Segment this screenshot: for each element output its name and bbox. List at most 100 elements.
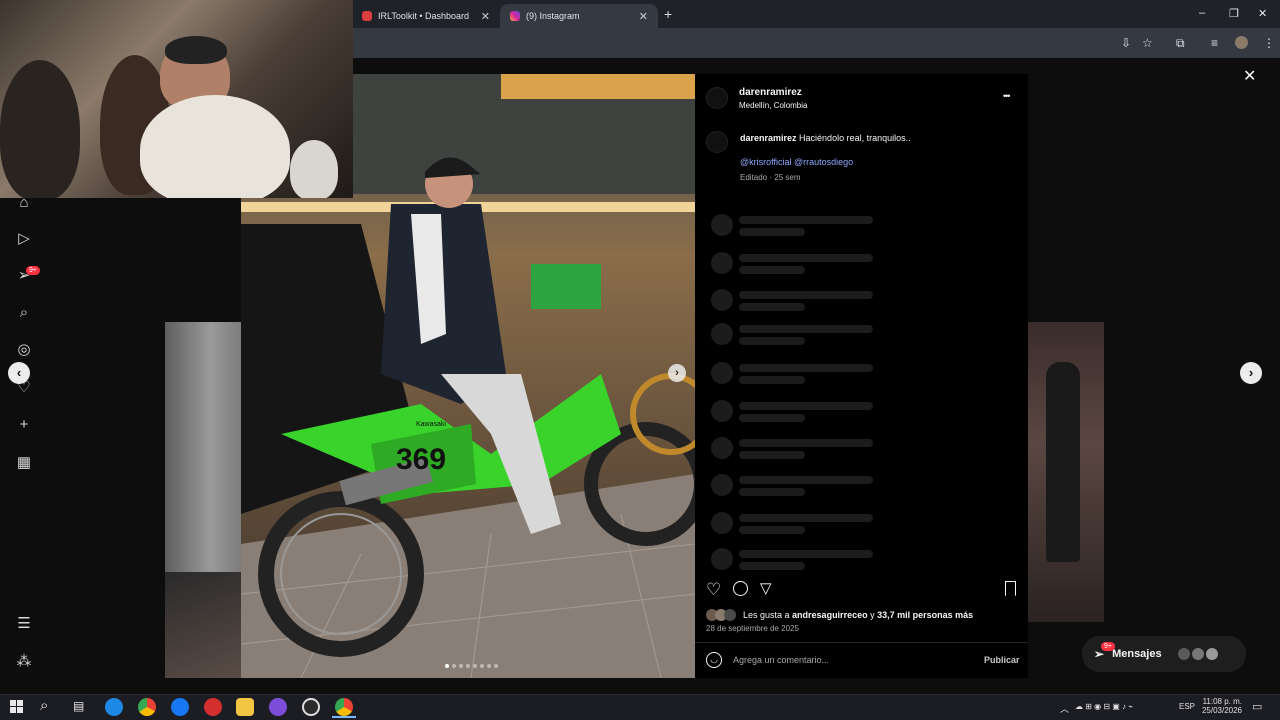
- discord-icon[interactable]: [269, 698, 287, 716]
- carousel-dot: [473, 664, 477, 668]
- likes-user[interactable]: andresaguirreceo: [792, 610, 868, 620]
- carousel-dot: [452, 664, 456, 668]
- reels-icon[interactable]: ▷: [14, 229, 34, 249]
- new-tab-button[interactable]: +: [664, 6, 672, 22]
- comment-input[interactable]: Agrega un comentario...: [733, 655, 829, 665]
- skeleton-avatar: [711, 289, 733, 311]
- share-icon[interactable]: ▽: [760, 579, 772, 597]
- extensions-icon[interactable]: ⧉: [1176, 36, 1185, 51]
- tray-icons[interactable]: ☁ ⊞ ◉ ⊟ ▣ ♪ ⌁: [1075, 702, 1133, 711]
- skeleton-line: [739, 514, 873, 522]
- person-silhouette: [290, 140, 338, 198]
- skeleton-line: [739, 451, 805, 459]
- chrome-icon[interactable]: [138, 698, 156, 716]
- edge-icon[interactable]: [105, 698, 123, 716]
- close-modal-button[interactable]: ✕: [1243, 66, 1256, 86]
- like-heart-icon[interactable]: ♡: [706, 580, 721, 600]
- caption-text: Haciéndolo real, tranquilos..: [799, 133, 911, 143]
- author-avatar[interactable]: [706, 87, 728, 109]
- skeleton-avatar: [711, 214, 733, 236]
- tray-chevron-icon[interactable]: ︿: [1060, 702, 1069, 715]
- skeleton-line: [739, 325, 873, 333]
- post-details-panel: darenramirez Medellín, Colombia ••• dare…: [695, 74, 1028, 678]
- author-username[interactable]: darenramirez: [739, 87, 802, 98]
- carousel-dot: [494, 664, 498, 668]
- start-windows-icon[interactable]: [10, 700, 23, 713]
- skeleton-line: [739, 228, 805, 236]
- previous-post-button[interactable]: ‹: [8, 362, 30, 384]
- restore-button[interactable]: ❐: [1229, 7, 1239, 20]
- comment-icon[interactable]: [733, 581, 748, 596]
- close-tab-icon[interactable]: ✕: [639, 10, 648, 23]
- more-menu-icon[interactable]: ☰: [14, 614, 34, 634]
- instagram-icon: [510, 11, 520, 21]
- carousel-dot: [459, 664, 463, 668]
- create-icon[interactable]: +: [14, 415, 34, 435]
- reading-list-icon[interactable]: ≡: [1211, 36, 1218, 50]
- window-close-button[interactable]: ✕: [1258, 7, 1267, 20]
- emoji-icon[interactable]: ◡: [706, 652, 722, 668]
- likes-count[interactable]: 33,7 mil personas más: [877, 610, 973, 620]
- skeleton-line: [739, 303, 805, 311]
- skeleton-avatar: [711, 474, 733, 496]
- next-post-button[interactable]: ›: [1240, 362, 1262, 384]
- clock[interactable]: 11:08 p. m. 25/03/2026: [1200, 697, 1242, 715]
- caption-avatar[interactable]: [706, 131, 728, 153]
- install-app-icon[interactable]: ⇩: [1121, 36, 1131, 50]
- skeleton-line: [739, 364, 873, 372]
- chrome-active-icon[interactable]: [335, 698, 353, 716]
- skeleton-avatar: [711, 512, 733, 534]
- close-tab-icon[interactable]: ✕: [481, 10, 490, 23]
- more-options-icon[interactable]: •••: [1003, 91, 1011, 101]
- bookmark-star-icon[interactable]: ☆: [1142, 36, 1153, 50]
- carousel-dot: [445, 664, 449, 668]
- skeleton-line: [739, 337, 805, 345]
- skeleton-line: [739, 402, 873, 410]
- browser-menu-icon[interactable]: ⋮: [1263, 36, 1275, 50]
- divider: [695, 642, 1028, 643]
- skeleton-line: [739, 562, 805, 570]
- post-location[interactable]: Medellín, Colombia: [739, 101, 807, 110]
- caption-mentions[interactable]: @krisrofficial @rrautosdiego: [740, 157, 853, 167]
- liked-by-avatars: [706, 609, 740, 621]
- photo-next-button[interactable]: ›: [668, 364, 686, 382]
- skeleton-line: [739, 476, 873, 484]
- person-silhouette: [140, 95, 290, 198]
- notification-center-icon[interactable]: ▭: [1252, 700, 1262, 713]
- previous-post-preview[interactable]: [165, 322, 241, 572]
- also-from-meta-icon[interactable]: ⁂: [14, 652, 34, 672]
- taskbar-search-icon[interactable]: ⌕: [40, 697, 48, 714]
- skeleton-line: [739, 291, 873, 299]
- save-bookmark-icon[interactable]: [1005, 581, 1016, 596]
- bike-number: 369: [396, 443, 446, 476]
- skeleton-avatar: [711, 323, 733, 345]
- tab-instagram[interactable]: (9) Instagram ✕: [500, 4, 658, 28]
- language-indicator[interactable]: ESP: [1179, 702, 1195, 711]
- minimize-button[interactable]: –: [1199, 7, 1205, 19]
- search-icon[interactable]: ⌕: [14, 303, 34, 323]
- tab-irltoolkit[interactable]: IRLToolkit • Dashboard ✕: [352, 4, 500, 28]
- previous-post-preview-lower: [165, 572, 241, 678]
- publish-button[interactable]: Publicar: [984, 655, 1020, 665]
- task-view-icon[interactable]: ▤: [73, 699, 84, 713]
- dashboard-icon[interactable]: ▦: [14, 453, 34, 473]
- obs-icon[interactable]: [302, 698, 320, 716]
- active-indicator: [332, 716, 356, 718]
- caption-username[interactable]: darenramirez: [740, 133, 797, 143]
- likes-summary: Les gusta a andresaguirreceo y 33,7 mil …: [743, 610, 973, 620]
- skeleton-line: [739, 414, 805, 422]
- skeleton-avatar: [711, 437, 733, 459]
- skeleton-line: [739, 376, 805, 384]
- profile-avatar[interactable]: [1235, 36, 1248, 49]
- next-post-preview[interactable]: [1028, 322, 1104, 622]
- app-icon[interactable]: [204, 698, 222, 716]
- edited-timestamp: Editado · 25 sem: [740, 173, 801, 182]
- facebook-icon[interactable]: [171, 698, 189, 716]
- irltoolkit-icon: [362, 11, 372, 21]
- person-silhouette: [165, 36, 227, 64]
- skeleton-line: [739, 216, 873, 224]
- skeleton-line: [739, 550, 873, 558]
- person-silhouette: [0, 60, 80, 198]
- file-explorer-icon[interactable]: [236, 698, 254, 716]
- explore-icon[interactable]: ◎: [14, 340, 34, 360]
